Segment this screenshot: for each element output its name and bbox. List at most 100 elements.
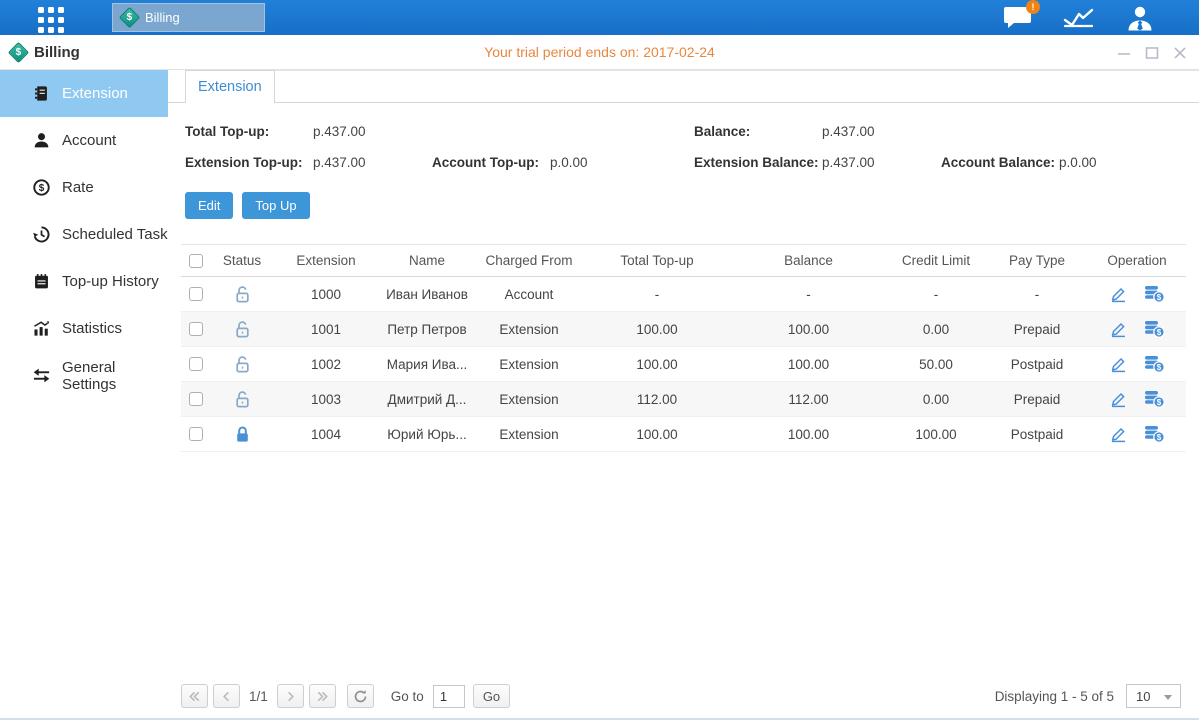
billing-diamond-icon: $ xyxy=(119,7,140,28)
edit-pencil-icon[interactable] xyxy=(1109,390,1128,408)
resource-monitor-icon[interactable] xyxy=(1063,6,1095,30)
row-checkbox[interactable] xyxy=(189,322,203,336)
summary-section: Total Top-up: p.437.00 Extension Top-up:… xyxy=(168,103,1199,178)
notepad-icon xyxy=(31,272,51,292)
column-charged-from: Charged From xyxy=(475,253,583,268)
edit-pencil-icon[interactable] xyxy=(1109,425,1128,443)
app-grid-icon[interactable] xyxy=(38,7,64,33)
column-pay-type: Pay Type xyxy=(986,253,1088,268)
topup-coins-icon[interactable]: $ xyxy=(1144,285,1165,303)
edit-pencil-icon[interactable] xyxy=(1109,285,1128,303)
table-row: 1003 Дмитрий Д... Extension 112.00 112.0… xyxy=(181,382,1186,417)
page-indicator: 1/1 xyxy=(249,689,268,704)
go-button[interactable]: Go xyxy=(473,684,510,708)
pagination-bar: 1/1 Go to Go Displaying 1 - 5 of xyxy=(181,678,1181,714)
notification-badge: ! xyxy=(1026,0,1040,14)
goto-page-input[interactable] xyxy=(433,685,465,708)
credit-limit-cell: 50.00 xyxy=(886,357,986,372)
status-cell xyxy=(211,285,273,304)
sidebar-item-topup-history[interactable]: Top-up History xyxy=(0,258,168,305)
balance-value: p.437.00 xyxy=(822,124,941,139)
total-topup-cell: 112.00 xyxy=(583,392,731,407)
extension-cell: 1004 xyxy=(273,427,379,442)
goto-label: Go to xyxy=(391,689,424,704)
sidebar-item-statistics[interactable]: Statistics xyxy=(0,305,168,352)
pay-type-cell: Postpaid xyxy=(986,427,1088,442)
sidebar-item-general-settings[interactable]: General Settings xyxy=(0,352,168,399)
edit-pencil-icon[interactable] xyxy=(1109,355,1128,373)
summary-balance-block: Balance: p.437.00 Extension Balance: p.4… xyxy=(694,116,1199,178)
svg-text:$: $ xyxy=(1157,433,1162,442)
transfer-arrows-icon xyxy=(31,366,51,386)
extension-cell: 1002 xyxy=(273,357,379,372)
topup-coins-icon[interactable]: $ xyxy=(1144,355,1165,373)
person-icon xyxy=(31,131,51,151)
main-content: Extension Total Top-up: p.437.00 Extensi… xyxy=(168,70,1199,720)
edit-pencil-icon[interactable] xyxy=(1109,320,1128,338)
svg-text:$: $ xyxy=(1157,398,1162,407)
page-size-select[interactable]: 10 xyxy=(1126,684,1181,708)
minimize-button[interactable] xyxy=(1117,46,1131,60)
unlocked-icon xyxy=(234,355,251,374)
topup-coins-icon[interactable]: $ xyxy=(1144,320,1165,338)
sidebar-item-scheduled-task[interactable]: Scheduled Task xyxy=(0,211,168,258)
status-cell xyxy=(211,425,273,444)
tab-extension[interactable]: Extension xyxy=(185,70,275,103)
action-buttons: Edit Top Up xyxy=(185,192,1199,219)
displaying-status: Displaying 1 - 5 of 5 xyxy=(995,689,1114,704)
user-account-icon[interactable] xyxy=(1125,5,1155,31)
sidebar-item-account[interactable]: Account xyxy=(0,117,168,164)
sidebar-item-rate[interactable]: $ Rate xyxy=(0,164,168,211)
extension-topup-label: Extension Top-up: xyxy=(185,155,313,170)
extension-cell: 1000 xyxy=(273,287,379,302)
refresh-button[interactable] xyxy=(347,684,374,708)
maximize-button[interactable] xyxy=(1145,46,1159,60)
svg-text:$: $ xyxy=(38,183,44,194)
sidebar-item-extension[interactable]: Extension xyxy=(0,70,168,117)
pay-type-cell: - xyxy=(986,287,1088,302)
sidebar-item-label: Rate xyxy=(62,179,94,196)
top-up-button[interactable]: Top Up xyxy=(242,192,309,219)
svg-text:$: $ xyxy=(1157,363,1162,372)
operation-cell: $ xyxy=(1088,425,1186,443)
window-controls xyxy=(1117,35,1187,70)
total-topup-value: p.437.00 xyxy=(313,124,432,139)
select-all-checkbox[interactable] xyxy=(189,254,203,268)
tab-strip-rest xyxy=(275,70,1199,102)
bar-chart-icon xyxy=(31,319,51,339)
row-checkbox[interactable] xyxy=(189,392,203,406)
sidebar-item-label: Statistics xyxy=(62,320,122,337)
edit-button[interactable]: Edit xyxy=(185,192,233,219)
column-extension: Extension xyxy=(273,253,379,268)
last-page-button[interactable] xyxy=(309,684,336,708)
credit-limit-cell: 100.00 xyxy=(886,427,986,442)
account-balance-label: Account Balance: xyxy=(941,155,1059,170)
close-button[interactable] xyxy=(1173,46,1187,60)
topup-coins-icon[interactable]: $ xyxy=(1144,390,1165,408)
account-topup-value: p.0.00 xyxy=(550,155,588,170)
summary-topup-block: Total Top-up: p.437.00 Extension Top-up:… xyxy=(185,116,694,178)
ledger-icon xyxy=(31,84,51,104)
row-checkbox[interactable] xyxy=(189,287,203,301)
table-row: 1001 Петр Петров Extension 100.00 100.00… xyxy=(181,312,1186,347)
table-row: 1000 Иван Иванов Account - - - - xyxy=(181,277,1186,312)
column-status: Status xyxy=(211,253,273,268)
previous-page-button[interactable] xyxy=(213,684,240,708)
first-page-button[interactable] xyxy=(181,684,208,708)
charged-from-cell: Extension xyxy=(475,357,583,372)
tab-strip: Extension xyxy=(168,70,1199,103)
topup-coins-icon[interactable]: $ xyxy=(1144,425,1165,443)
account-topup-label: Account Top-up: xyxy=(432,155,550,170)
notifications-chat-icon[interactable]: ! xyxy=(1003,5,1033,30)
row-checkbox[interactable] xyxy=(189,357,203,371)
next-page-button[interactable] xyxy=(277,684,304,708)
window-body: Extension Account $ Rate xyxy=(0,70,1199,720)
taskbar-billing-tab[interactable]: $ Billing xyxy=(112,3,265,32)
table-row: 1002 Мария Ива... Extension 100.00 100.0… xyxy=(181,347,1186,382)
topbar-actions: ! xyxy=(1003,0,1199,35)
name-cell: Петр Петров xyxy=(379,322,475,337)
row-checkbox[interactable] xyxy=(189,427,203,441)
unlocked-icon xyxy=(234,285,251,304)
operation-cell: $ xyxy=(1088,285,1186,303)
charged-from-cell: Extension xyxy=(475,427,583,442)
